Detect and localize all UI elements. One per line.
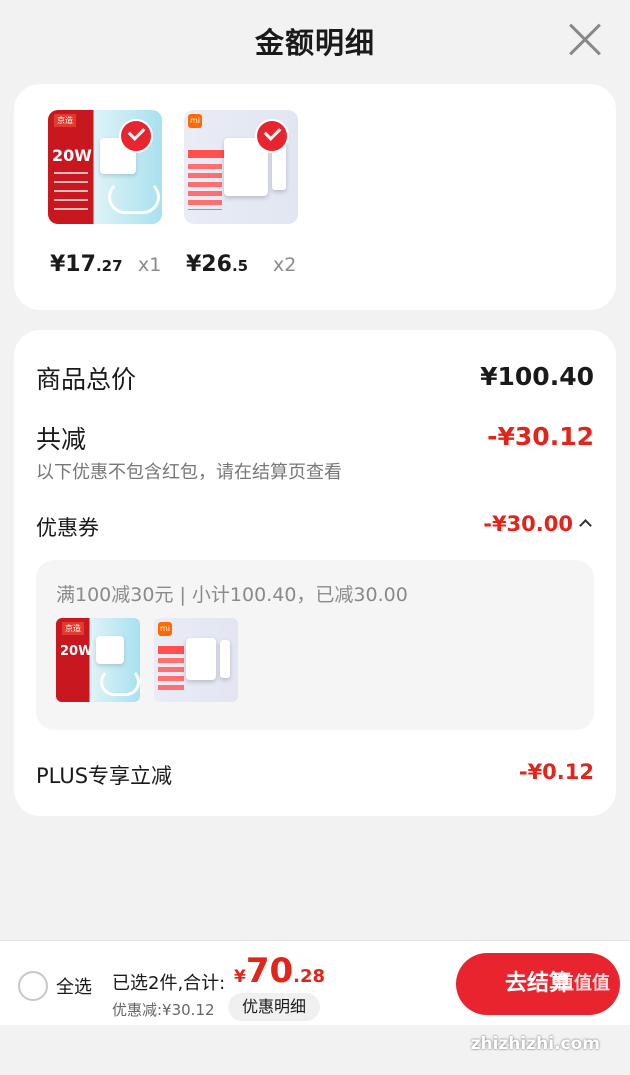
- plus-value: -¥0.12: [518, 760, 594, 784]
- reduce-value: -¥30.12: [487, 422, 594, 451]
- watermark-logo: 值值值: [556, 973, 610, 994]
- charger-image: [96, 636, 124, 664]
- coupon-value: -¥30.00: [483, 512, 573, 536]
- summary-card: 商品总价 ¥100.40 共减 -¥30.12 以下优惠不包含红包，请在结算页查…: [14, 330, 616, 816]
- mi-logo-icon: mi: [188, 114, 202, 128]
- plus-label: PLUS专享立减: [36, 764, 173, 788]
- product-price: ¥26.5: [186, 252, 248, 277]
- header: 金额明细: [0, 0, 630, 84]
- price-decimal: .27: [95, 257, 123, 275]
- discount-text: 优惠减:¥30.12: [112, 1001, 215, 1019]
- close-icon[interactable]: [568, 22, 602, 56]
- thumb-wattage: 20W: [60, 644, 93, 659]
- coupon-thumb-charger: 京造 20W: [56, 618, 140, 702]
- coupon-detail-box: 满100减30元 | 小计100.40，已减30.00 京造 20W mi: [36, 560, 594, 730]
- mi-logo-icon: mi: [158, 622, 172, 636]
- coupon-detail-text: 满100减30元 | 小计100.40，已减30.00: [56, 584, 408, 606]
- price-integer: ¥17: [50, 252, 96, 277]
- thumb-text-lines: [188, 164, 222, 210]
- page-title: 金额明细: [254, 26, 375, 60]
- total-label: 商品总价: [36, 365, 137, 394]
- select-all-label[interactable]: 全选: [56, 973, 92, 999]
- thumb-brand-tag: 京造: [54, 114, 76, 127]
- chevron-up-icon: [579, 518, 592, 532]
- selected-check-icon[interactable]: [257, 121, 287, 151]
- discount-detail-button[interactable]: 优惠明细: [228, 993, 320, 1021]
- watermark-url: zhizhizhi.com: [470, 1034, 600, 1054]
- cable-image: [100, 668, 140, 696]
- selected-check-icon[interactable]: [121, 121, 151, 151]
- reduce-note: 以下优惠不包含红包，请在结算页查看: [36, 462, 342, 483]
- total-decimal: .28: [293, 966, 326, 987]
- thumb-banner: [158, 646, 184, 654]
- coupon-label: 优惠券: [36, 516, 99, 540]
- reduce-label: 共减: [36, 425, 87, 454]
- thumb-brand-tag: 京造: [62, 622, 84, 635]
- thumb-banner: [188, 150, 224, 158]
- price-decimal: .5: [231, 257, 249, 275]
- select-all-radio[interactable]: [18, 971, 48, 1001]
- total-value: ¥100.40: [480, 362, 594, 391]
- thumb-text-lines: [54, 172, 88, 212]
- coupon-toggle[interactable]: -¥30.00: [483, 512, 592, 536]
- product-qty: x1: [138, 254, 162, 276]
- coupon-thumb-sensor: mi: [154, 618, 238, 702]
- checkout-button[interactable]: 去结算 值值值 zhizhizhi.com: [456, 953, 620, 1054]
- checkout-bar: 全选 已选2件,合计: ¥70.28 优惠减:¥30.12 优惠明细 去结算 值…: [0, 940, 630, 1054]
- thumb-wattage: 20W: [52, 146, 92, 165]
- product-price: ¥17.27: [50, 252, 123, 277]
- price-integer: ¥26: [186, 252, 232, 277]
- selected-count: 已选2件,合计:: [112, 973, 226, 994]
- total-amount: ¥70.28: [234, 951, 325, 991]
- sensor-image: [186, 638, 216, 680]
- total-currency: ¥: [234, 967, 246, 987]
- total-integer: 70: [245, 951, 294, 991]
- product-card: 京造 20W mi ¥17.27 x1 ¥26.5 x2: [14, 84, 616, 310]
- product-qty: x2: [273, 254, 297, 276]
- thumb-text-lines: [158, 658, 184, 692]
- cable-image: [108, 180, 160, 214]
- magnet-image: [220, 640, 230, 678]
